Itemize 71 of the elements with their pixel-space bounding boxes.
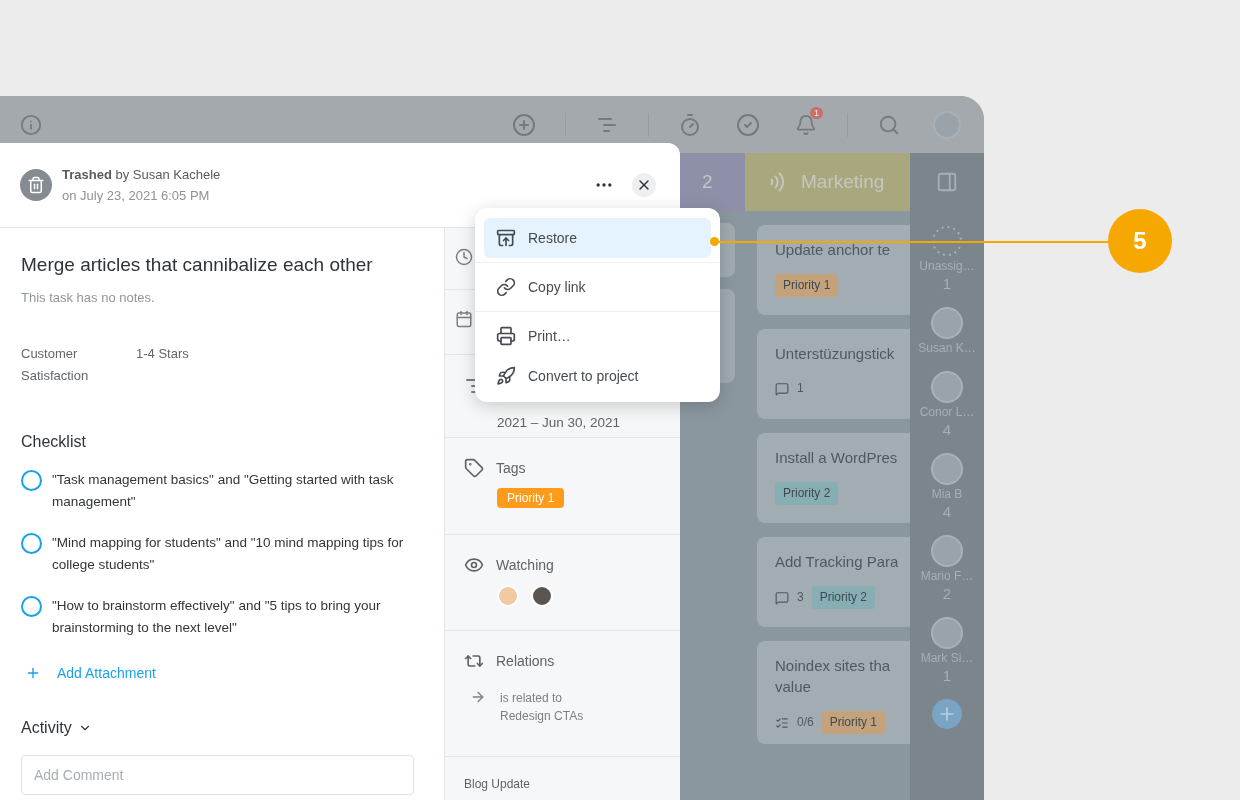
checklist-count: 0/6 <box>797 714 814 731</box>
card-title: Unterstüzungstick <box>775 344 896 364</box>
card-title: Add Tracking Para <box>775 552 900 572</box>
restore-icon <box>496 228 516 248</box>
activity-heading: Activity <box>21 719 72 737</box>
tag[interactable]: Priority 1 <box>497 488 565 508</box>
watching-heading: Watching <box>496 557 554 573</box>
tag-icon <box>464 458 484 478</box>
menu-item[interactable]: Print… <box>484 316 711 356</box>
tag: Priority 1 <box>821 711 886 734</box>
add-person-button[interactable] <box>932 699 962 729</box>
arrow-icon <box>470 689 486 705</box>
task-notes: This task has no notes. <box>21 290 156 305</box>
relation-type: is related to <box>500 690 564 707</box>
callout-badge: 5 <box>1108 209 1172 273</box>
checklist-item: "How to brainstorm effectively" and "5 tips to bring your brainstorming to the next level" <box>52 597 382 637</box>
check-icon[interactable] <box>736 112 760 137</box>
eye-icon <box>464 555 484 575</box>
checkbox[interactable] <box>21 533 42 554</box>
clock-icon <box>455 248 473 266</box>
panel-icon[interactable] <box>936 171 958 193</box>
date-range: 2021 – Jun 30, 2021 <box>497 415 622 430</box>
trashed-by: Trashed by Susan Kachele <box>62 166 221 184</box>
unassigned-icon[interactable] <box>931 225 963 257</box>
notification-badge: 1 <box>810 106 823 119</box>
menu-item[interactable]: Restore <box>484 218 711 258</box>
field-value: 1-4 Stars <box>136 345 189 363</box>
card-title: Update anchor te <box>775 240 892 260</box>
task-card[interactable]: Install a WordPres Priority 2 <box>757 433 910 523</box>
comment-icon <box>775 381 789 396</box>
rocket-icon <box>496 366 516 386</box>
checklist-heading: Checklist <box>21 433 87 451</box>
task-card[interactable]: Noindex sites tha value 0/6 Priority 1 <box>757 641 910 744</box>
card-title: Noindex sites tha value <box>775 656 892 697</box>
comment-icon <box>775 590 789 605</box>
task-card[interactable]: Update anchor te Priority 1 <box>757 225 910 315</box>
printer-icon <box>496 326 516 346</box>
info-icon[interactable] <box>20 113 42 136</box>
field-label: Customer Satisfaction <box>21 345 90 385</box>
checklist-icon <box>775 715 789 730</box>
tag: Priority 2 <box>811 586 876 609</box>
timer-icon[interactable] <box>678 112 702 137</box>
checklist-item: "Mind mapping for students" and "10 mind mapping tips for college students" <box>52 534 405 574</box>
task-card[interactable]: Unterstüzungstick 1 <box>757 329 910 419</box>
task-title: Merge articles that cannibalize each other <box>21 254 374 276</box>
calendar-icon <box>455 310 473 328</box>
plus-icon <box>25 665 41 681</box>
checkbox[interactable] <box>21 470 42 491</box>
add-icon[interactable] <box>512 112 536 137</box>
tag: Priority 1 <box>775 274 839 297</box>
comment-count: 3 <box>797 589 804 606</box>
related-task[interactable]: Redesign CTAs <box>500 707 584 725</box>
checkbox[interactable] <box>21 596 42 617</box>
menu-item[interactable]: Convert to project <box>484 356 711 396</box>
trashed-date: on July 23, 2021 6:05 PM <box>62 187 211 205</box>
tags-heading: Tags <box>496 460 526 476</box>
tag: Priority 2 <box>775 482 839 505</box>
checklist-item: "Task management basics" and "Getting started with task management" <box>52 471 395 511</box>
trash-icon <box>20 169 52 201</box>
comment-field[interactable]: Add Comment <box>21 755 414 795</box>
project-name: Blog Update <box>464 777 532 791</box>
menu-item[interactable]: Copy link <box>484 267 711 307</box>
card-title: Install a WordPres <box>775 448 899 468</box>
comment-count: 1 <box>797 380 804 397</box>
task-card[interactable]: Add Tracking Para 3 Priority 2 <box>757 537 910 627</box>
close-button[interactable] <box>632 173 656 197</box>
column-title: Marketing <box>801 171 885 193</box>
relations-heading: Relations <box>496 653 555 669</box>
add-attachment-link[interactable]: Add Attachment <box>25 665 414 681</box>
link-icon <box>496 277 516 297</box>
search-icon[interactable] <box>878 113 900 136</box>
